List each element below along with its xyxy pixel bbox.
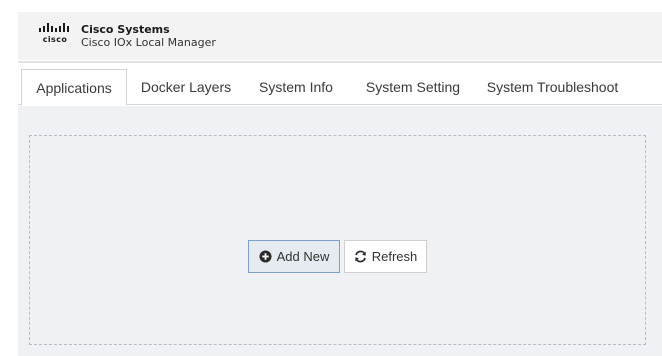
add-new-label: Add New [276, 249, 330, 264]
tab-system-info[interactable]: System Info [255, 69, 337, 105]
add-new-button[interactable]: Add New [248, 240, 340, 273]
brand-block: Cisco Systems Cisco IOx Local Manager [81, 23, 216, 49]
plus-circle-icon [259, 250, 272, 263]
refresh-label: Refresh [371, 249, 418, 264]
cisco-logo: cisco [35, 23, 75, 49]
tab-applications[interactable]: Applications [21, 69, 127, 106]
tab-system-troubleshoot[interactable]: System Troubleshoot [486, 69, 619, 105]
refresh-icon [354, 250, 367, 263]
product-name: Cisco IOx Local Manager [81, 36, 216, 49]
applications-dropzone: Add New Refresh [29, 135, 646, 345]
iox-local-manager-page: cisco Cisco Systems Cisco IOx Local Mana… [0, 0, 662, 356]
company-name: Cisco Systems [81, 23, 170, 36]
logo-wordmark: cisco [42, 35, 68, 44]
refresh-button[interactable]: Refresh [344, 240, 427, 273]
header-divider [18, 61, 662, 63]
tab-system-setting[interactable]: System Setting [361, 69, 465, 105]
cisco-bridge-icon [39, 23, 69, 32]
tab-bar: Applications Docker Layers System Info S… [18, 69, 662, 106]
app-header: cisco Cisco Systems Cisco IOx Local Mana… [18, 12, 662, 60]
tab-docker-layers[interactable]: Docker Layers [140, 69, 232, 105]
applications-panel: Add New Refresh [18, 106, 662, 356]
